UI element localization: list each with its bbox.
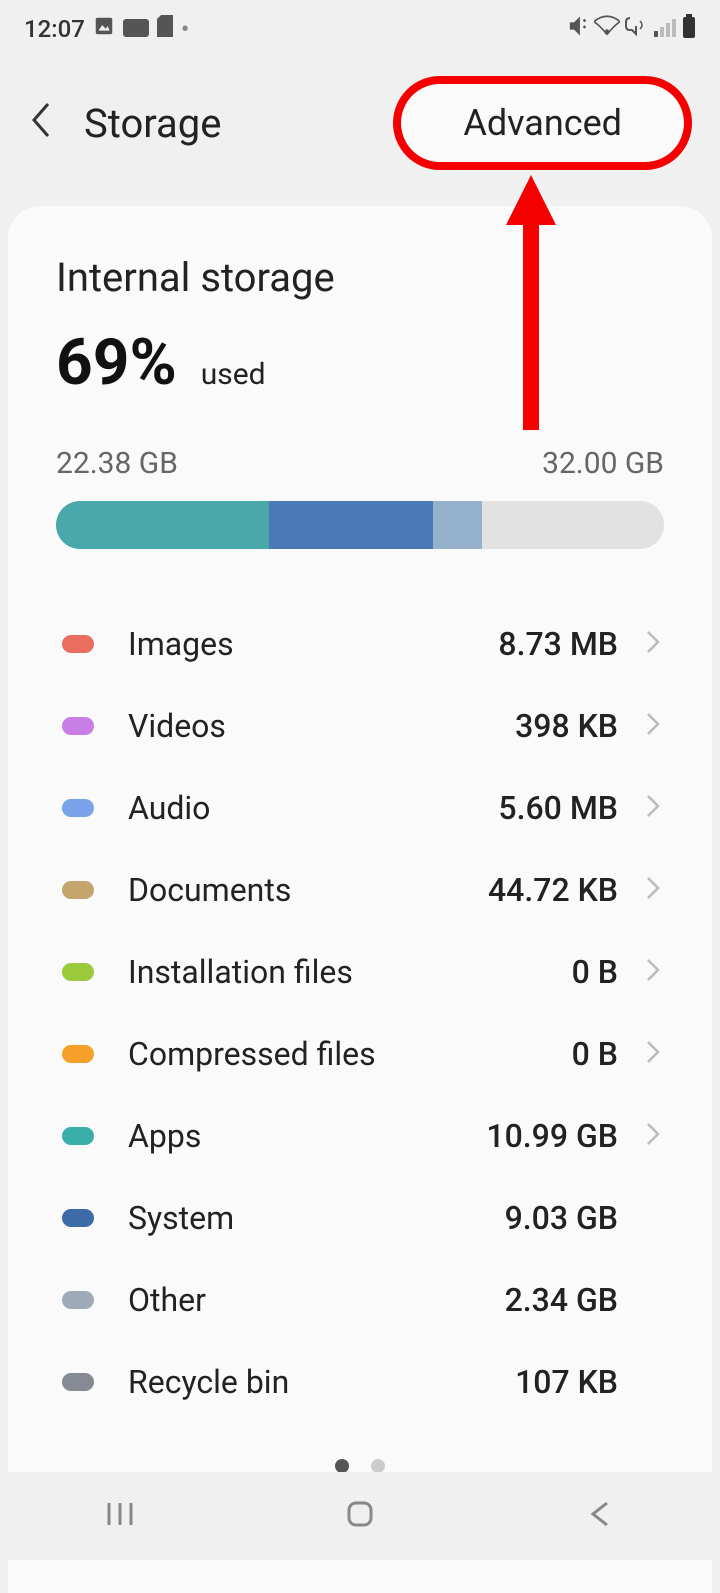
header: Storage Advanced	[0, 52, 720, 206]
advanced-label: Advanced	[463, 102, 622, 144]
page-title: Storage	[84, 100, 221, 147]
page-dot	[371, 1459, 385, 1473]
chevron-right-icon	[642, 628, 664, 661]
nav-back-icon[interactable]	[581, 1495, 619, 1537]
storage-card: Internal storage 69% used 22.38 GB 32.00…	[8, 206, 712, 1505]
category-value: 398 KB	[515, 707, 618, 745]
category-color-dot	[62, 1291, 94, 1309]
back-icon[interactable]	[28, 100, 52, 146]
category-row: Other2.34 GB	[56, 1259, 664, 1341]
category-label: Videos	[128, 707, 515, 745]
category-value: 10.99 GB	[486, 1117, 618, 1155]
category-row[interactable]: Videos398 KB	[56, 685, 664, 767]
nav-bar	[0, 1472, 720, 1560]
category-list: Images8.73 MBVideos398 KBAudio5.60 MBDoc…	[56, 603, 664, 1423]
category-color-dot	[62, 1209, 94, 1227]
status-time: 12:07	[24, 15, 85, 43]
battery-icon	[682, 14, 696, 44]
category-color-dot	[62, 1045, 94, 1063]
chevron-right-icon	[642, 1120, 664, 1153]
chevron-right-icon	[642, 792, 664, 825]
used-size: 22.38 GB	[56, 446, 178, 481]
category-row[interactable]: Documents44.72 KB	[56, 849, 664, 931]
category-value: 2.34 GB	[505, 1281, 618, 1319]
category-color-dot	[62, 881, 94, 899]
category-color-dot	[62, 963, 94, 981]
category-label: System	[128, 1199, 505, 1237]
category-color-dot	[62, 799, 94, 817]
category-value: 107 KB	[515, 1363, 618, 1401]
category-label: Apps	[128, 1117, 486, 1155]
dot-icon: •	[181, 15, 189, 43]
category-label: Recycle bin	[128, 1363, 515, 1401]
page-indicator	[56, 1459, 664, 1473]
category-row[interactable]: Installation files0 B	[56, 931, 664, 1013]
advanced-button[interactable]: Advanced	[393, 76, 692, 170]
recents-icon[interactable]	[101, 1495, 139, 1537]
category-value: 44.72 KB	[488, 871, 618, 909]
category-value: 8.73 MB	[498, 625, 618, 663]
total-size: 32.00 GB	[542, 446, 664, 481]
gallery-icon	[93, 15, 115, 43]
storage-progress-bar	[56, 501, 664, 549]
bar-segment-other	[433, 501, 482, 549]
category-label: Installation files	[128, 953, 572, 991]
page-dot-active	[335, 1459, 349, 1473]
category-row[interactable]: Apps10.99 GB	[56, 1095, 664, 1177]
category-value: 0 B	[572, 953, 618, 991]
category-label: Images	[128, 625, 498, 663]
chevron-right-icon	[642, 956, 664, 989]
category-row: Recycle bin107 KB	[56, 1341, 664, 1423]
category-color-dot	[62, 1373, 94, 1391]
vpn-icon	[123, 15, 149, 43]
category-label: Other	[128, 1281, 505, 1319]
chevron-right-icon	[642, 874, 664, 907]
category-label: Compressed files	[128, 1035, 572, 1073]
chevron-right-icon	[642, 1038, 664, 1071]
status-bar: 12:07 •	[0, 0, 720, 52]
category-row[interactable]: Audio5.60 MB	[56, 767, 664, 849]
wifi-icon	[594, 15, 620, 43]
sd-icon	[157, 15, 173, 43]
home-icon[interactable]	[341, 1495, 379, 1537]
volte-icon	[624, 15, 650, 43]
category-color-dot	[62, 635, 94, 653]
mute-icon	[568, 15, 590, 43]
chevron-right-icon	[642, 710, 664, 743]
percent-label: used	[201, 357, 266, 392]
category-color-dot	[62, 1127, 94, 1145]
category-color-dot	[62, 717, 94, 735]
category-value: 5.60 MB	[498, 789, 618, 827]
storage-title: Internal storage	[56, 254, 664, 301]
category-row[interactable]: Compressed files0 B	[56, 1013, 664, 1095]
signal-icon	[654, 15, 678, 43]
category-row: System9.03 GB	[56, 1177, 664, 1259]
percent-value: 69%	[56, 325, 177, 400]
category-value: 9.03 GB	[505, 1199, 618, 1237]
category-row[interactable]: Images8.73 MB	[56, 603, 664, 685]
bar-segment-apps	[56, 501, 269, 549]
category-value: 0 B	[572, 1035, 618, 1073]
category-label: Audio	[128, 789, 498, 827]
bar-segment-system	[269, 501, 433, 549]
category-label: Documents	[128, 871, 488, 909]
